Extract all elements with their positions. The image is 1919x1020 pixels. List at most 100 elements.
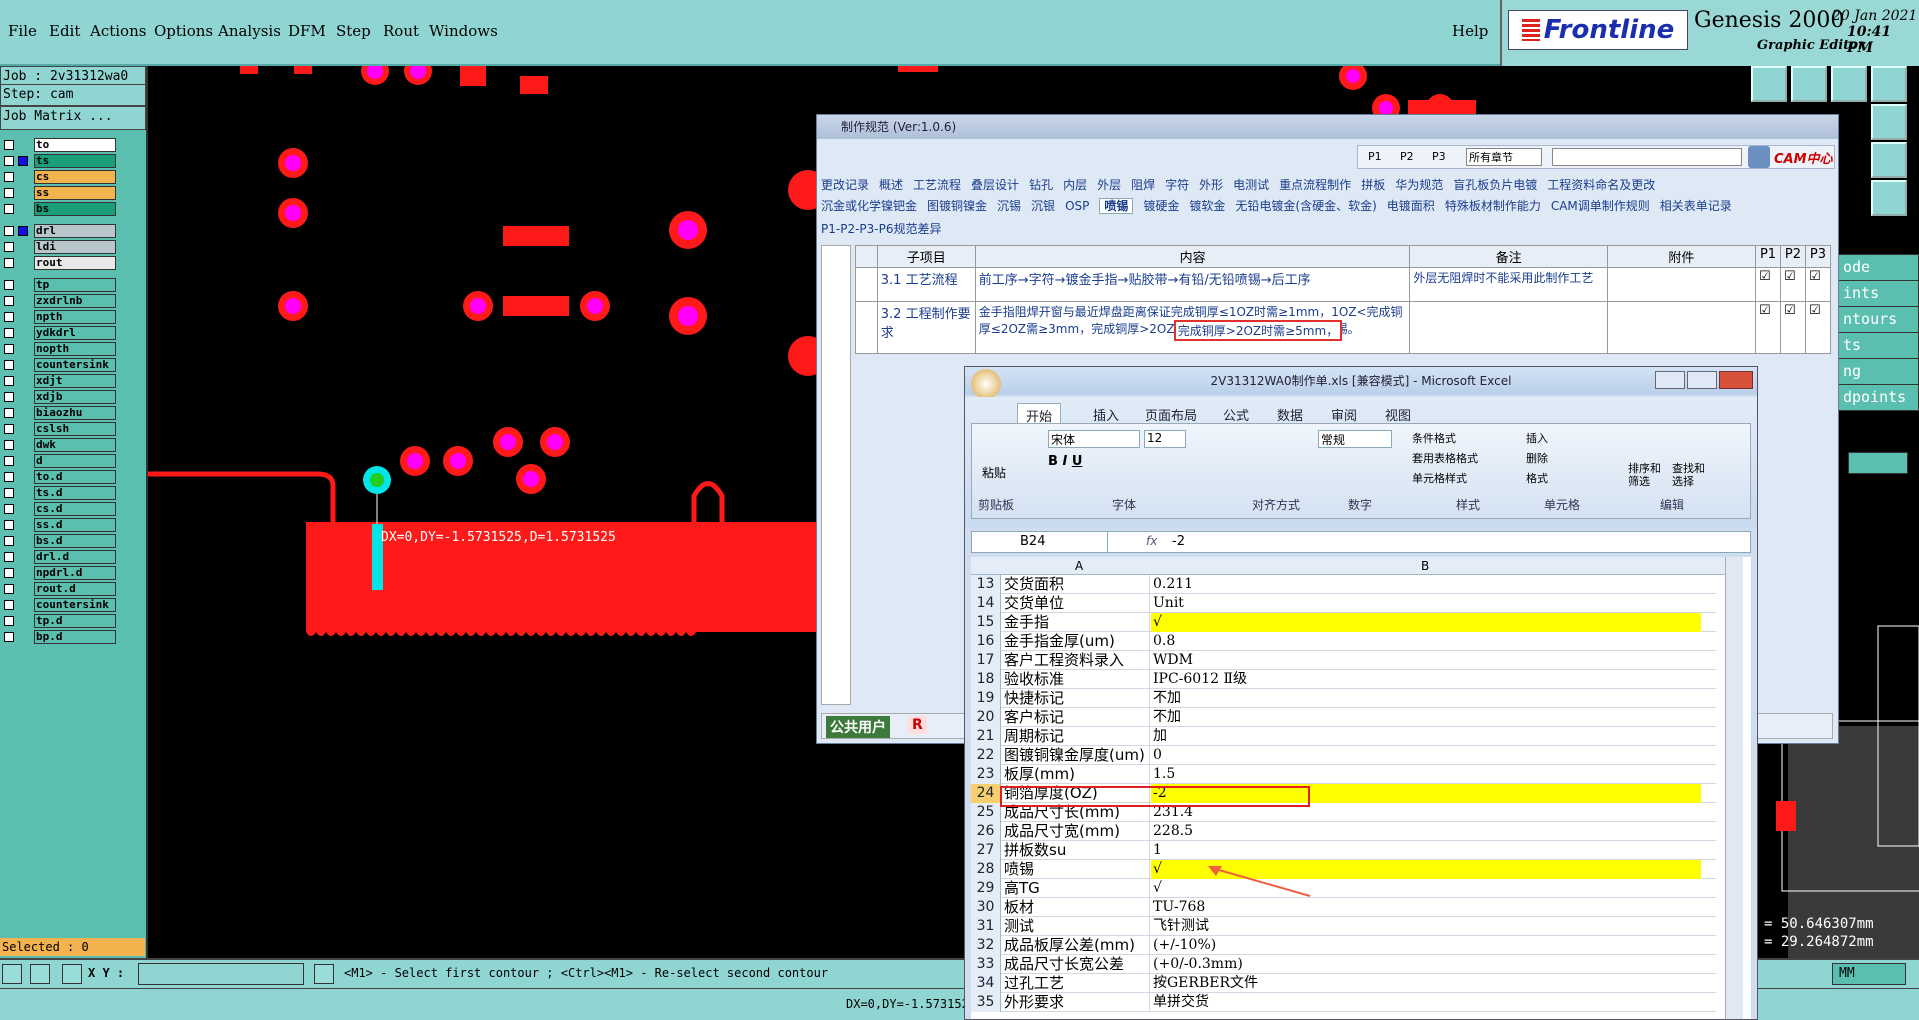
layer-row[interactable]: biaozhu [2,406,116,420]
layer-row[interactable]: countersink [2,598,116,612]
layer-checkbox[interactable] [4,520,14,530]
p3-checkbox[interactable]: ☑ [1804,301,1832,354]
spec-tab[interactable]: 字符 [1165,178,1189,192]
cell-a[interactable]: 外形要求 [1002,993,1150,1012]
layer-checkbox[interactable] [4,568,14,578]
spec-tab[interactable]: 工艺流程 [913,178,961,192]
layer-name[interactable]: xdjb [34,390,116,404]
layer-name[interactable]: bs.d [34,534,116,548]
layer-checkbox[interactable] [4,616,14,626]
cell-b[interactable]: WDM [1151,651,1701,670]
spec-tab[interactable]: CAM调单制作规则 [1551,199,1650,213]
menu-actions[interactable]: Actions [90,22,146,40]
spec-tab[interactable]: 镀硬金 [1143,199,1179,213]
spec-tab[interactable]: 内层 [1063,178,1087,192]
col-b-header[interactable]: B [1421,559,1429,573]
cell-b[interactable]: 228.5 [1151,822,1701,841]
layer-name[interactable]: countersink [34,358,116,372]
office-button[interactable] [971,369,1001,399]
right-list-item[interactable]: ts [1838,332,1919,359]
spec-tab[interactable]: 镀软金 [1189,199,1225,213]
cell-b[interactable]: 不加 [1151,689,1701,708]
table-row[interactable]: 30 板材 TU-768 [971,898,1716,917]
row-number[interactable]: 34 [971,974,1001,993]
find-select-button[interactable]: 查找和 选择 [1672,462,1705,488]
table-row[interactable]: 17 客户工程资料录入 WDM [971,651,1716,670]
layer-checkbox[interactable] [4,632,14,642]
layer-name[interactable]: to [34,138,116,152]
delete-cells-button[interactable]: 删除 [1526,450,1548,466]
paste-button[interactable]: 粘贴 [982,464,1006,481]
cell-a[interactable]: 客户标记 [1002,708,1150,727]
layer-name[interactable]: countersink [34,598,116,612]
spec-tab[interactable]: 沉锡 [997,199,1021,213]
layer-row[interactable]: dwk [2,438,116,452]
snap-icon[interactable] [2,964,22,984]
menu-edit[interactable]: Edit [49,22,80,40]
row-number[interactable]: 14 [971,594,1001,613]
p1-checkbox[interactable]: ☑ [1755,267,1781,302]
layer-row[interactable]: d [2,454,116,468]
table-row[interactable]: 18 验收标准 IPC-6012 Ⅱ级 [971,670,1716,689]
right-list-item[interactable]: ntours [1838,306,1919,333]
layer-row[interactable]: ldi [2,240,116,254]
layer-name[interactable]: ts.d [34,486,116,500]
layer-name[interactable]: ss [34,186,116,200]
spec-tab[interactable]: 特殊板材制作能力 [1445,199,1541,213]
layer-name[interactable]: cs [34,170,116,184]
cell-a[interactable]: 快捷标记 [1002,689,1150,708]
spec-tab[interactable]: 钻孔 [1029,178,1053,192]
row-number[interactable]: 30 [971,898,1001,917]
minimize-button[interactable] [1655,371,1685,389]
spec-tab[interactable]: OSP [1065,199,1089,213]
cell-b[interactable]: 加 [1151,727,1701,746]
table-row[interactable]: 23 板厚(mm) 1.5 [971,765,1716,784]
cell-a[interactable]: 成品尺寸长宽公差 [1002,955,1150,974]
layer-row[interactable]: ts [2,154,116,168]
layer-row[interactable]: countersink [2,358,116,372]
spec-tab[interactable]: 拼板 [1361,178,1385,192]
cell-a[interactable]: 验收标准 [1002,670,1150,689]
menu-step[interactable]: Step [336,22,371,40]
layer-name[interactable]: nopth [34,342,116,356]
menu-help[interactable]: Help [1452,22,1488,40]
table-row[interactable]: 29 高TG √ [971,879,1716,898]
cell-b[interactable]: √ [1151,613,1701,632]
cell-b[interactable]: 0.211 [1151,575,1701,594]
cell-b[interactable]: 不加 [1151,708,1701,727]
layer-checkbox[interactable] [4,440,14,450]
cell-a[interactable]: 交货面积 [1002,575,1150,594]
layer-row[interactable]: npth [2,310,116,324]
layer-name[interactable]: npth [34,310,116,324]
spec-tab-diff[interactable]: P1-P2-P3-P6规范差异 [821,220,941,237]
layer-row[interactable]: tp.d [2,614,116,628]
cell-b[interactable]: 0.8 [1151,632,1701,651]
font-select[interactable]: 宋体 [1048,430,1140,448]
layer-checkbox[interactable] [4,456,14,466]
cell-a[interactable]: 金手指金厚(um) [1002,632,1150,651]
filter-p2[interactable]: P2 [1400,150,1414,163]
numfmt-select[interactable]: 常规 [1318,430,1392,448]
layer-row[interactable]: xdjb [2,390,116,404]
layer-row[interactable]: cslsh [2,422,116,436]
layer-row[interactable]: bs [2,202,116,216]
spec-tab[interactable]: 外形 [1199,178,1223,192]
menu-dfm[interactable]: DFM [288,22,326,40]
cell-a[interactable]: 图镀铜镍金厚度(um) [1002,746,1150,765]
layer-row[interactable]: ss.d [2,518,116,532]
tool-button-3[interactable] [1831,66,1867,102]
row-number[interactable]: 22 [971,746,1001,765]
table-row[interactable]: 28 喷锡 √ [971,860,1716,879]
spec-tab[interactable]: 图镀铜镍金 [927,199,987,213]
spec-tab[interactable]: 电测试 [1233,178,1269,192]
tool-button-6[interactable] [1871,142,1907,178]
layer-name[interactable]: cslsh [34,422,116,436]
cell-b[interactable]: 0 [1151,746,1701,765]
layer-row[interactable]: bs.d [2,534,116,548]
layer-checkbox[interactable] [4,172,14,182]
tool-button-7[interactable] [1871,180,1907,216]
layer-checkbox[interactable] [4,188,14,198]
units-select[interactable]: MM [1832,963,1906,985]
layer-checkbox[interactable] [4,552,14,562]
expand-column[interactable] [821,245,851,705]
